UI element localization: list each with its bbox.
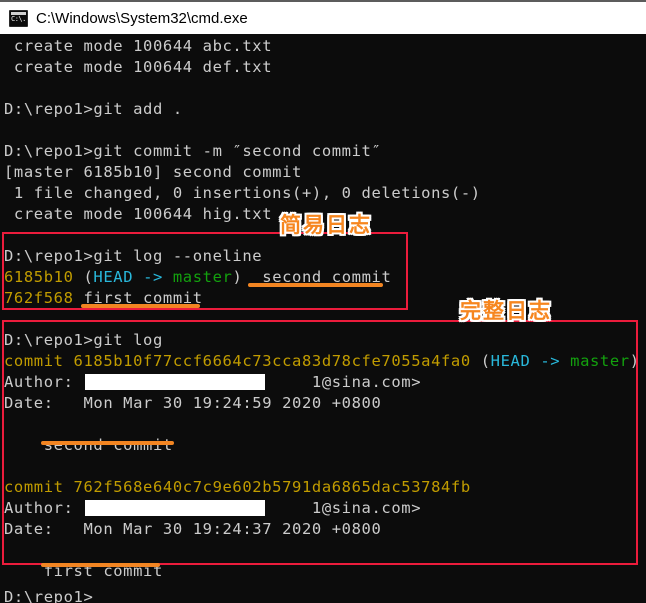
- console-line: [master 6185b10] second commit: [4, 163, 302, 181]
- paren-open: (: [470, 352, 491, 370]
- annotation-label-simple-log: 简易日志: [280, 213, 372, 237]
- commit-hash-full: commit 6185b10f77ccf6664c73cca83d78cfe70…: [4, 352, 471, 370]
- head-ref: HEAD ->: [490, 352, 571, 370]
- git-log-commit-line: commit 6185b10f77ccf6664c73cca83d78cfe70…: [4, 351, 640, 372]
- console-prompt-line: D:\repo1>git add .: [4, 100, 183, 118]
- author-email-suffix: 1@sina.com>: [311, 373, 422, 391]
- console-prompt-line: D:\repo1>git log --oneline: [4, 247, 263, 265]
- console-prompt-line: D:\repo1>git commit -m ″second commit″: [4, 142, 382, 160]
- window-title: C:\Windows\System32\cmd.exe: [36, 9, 248, 27]
- cmd-window: C:\Windows\System32\cmd.exe create mode …: [0, 0, 646, 603]
- annotation-label-full-log: 完整日志: [460, 299, 552, 323]
- author-prefix: Author: z: [4, 499, 94, 517]
- console-prompt-line: D:\repo1>: [4, 588, 94, 603]
- cmd-console-icon: [9, 9, 28, 27]
- author-prefix: Author: z: [4, 373, 94, 391]
- console-line: create mode 100644 hig.txt: [4, 205, 273, 223]
- console-line: create mode 100644 def.txt: [4, 58, 273, 76]
- paren-open: (: [73, 268, 94, 286]
- git-log-message: second commit: [4, 436, 173, 454]
- branch-ref: master: [570, 352, 630, 370]
- head-ref: HEAD ->: [93, 268, 173, 286]
- commit-hash-full: commit 762f568e640c7c9e602b5791da6865dac…: [4, 478, 471, 496]
- annotation-underline-first-commit-message: [41, 563, 160, 567]
- title-bar[interactable]: C:\Windows\System32\cmd.exe: [0, 0, 646, 34]
- author-redaction-bar: [85, 374, 265, 390]
- branch-ref: master: [172, 268, 233, 286]
- author-email-suffix: 1@sina.com>: [311, 499, 422, 517]
- console-prompt-line: D:\repo1>git log: [4, 331, 163, 349]
- commit-hash-short: 6185b10: [4, 268, 74, 286]
- console-line: 1 file changed, 0 insertions(+), 0 delet…: [4, 184, 481, 202]
- commit-hash-short: 762f568: [4, 289, 74, 307]
- console-line: create mode 100644 abc.txt: [4, 37, 273, 55]
- annotation-underline-second-commit-message: [41, 441, 174, 445]
- git-log-date-line: Date: Mon Mar 30 19:24:59 2020 +0800: [4, 394, 382, 412]
- paren-close: ): [629, 352, 640, 370]
- git-log-date-line: Date: Mon Mar 30 19:24:37 2020 +0800: [4, 520, 382, 538]
- annotation-underline-second-commit-oneline: [248, 283, 383, 287]
- author-redaction-bar: [85, 500, 265, 516]
- annotation-underline-first-commit-oneline: [81, 304, 200, 308]
